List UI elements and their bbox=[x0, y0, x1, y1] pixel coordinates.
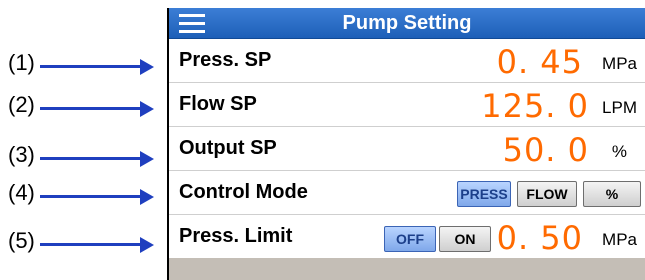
output-sp-unit: % bbox=[611, 142, 627, 161]
press-limit-off-button[interactable]: OFF bbox=[384, 226, 436, 252]
output-sp-value[interactable]: 50. 0 bbox=[503, 131, 589, 169]
callout-arrow-line bbox=[40, 107, 145, 110]
callout-arrow-line bbox=[40, 243, 145, 246]
mode-press-button[interactable]: PRESS bbox=[457, 181, 511, 207]
callout-3: (3) bbox=[0, 142, 165, 172]
row-press-limit: Press. Limit OFF ON 0. 50 MPa bbox=[169, 215, 645, 258]
row-pressure-sp: Press. SP 0. 45 MPa bbox=[169, 39, 645, 83]
callout-arrow-line bbox=[40, 65, 145, 68]
arrow-head-icon bbox=[140, 189, 154, 205]
arrow-head-icon bbox=[140, 59, 154, 75]
pump-setting-panel: Pump Setting Press. SP 0. 45 MPa Flow SP… bbox=[167, 8, 645, 280]
callout-2: (2) bbox=[0, 92, 165, 122]
arrow-head-icon bbox=[140, 151, 154, 167]
callout-5: (5) bbox=[0, 228, 165, 258]
callout-arrow-line bbox=[40, 157, 145, 160]
output-sp-label: Output SP bbox=[179, 137, 277, 159]
callout-number: (5) bbox=[8, 228, 35, 253]
callout-arrow-line bbox=[40, 195, 145, 198]
pressure-sp-label: Press. SP bbox=[179, 49, 272, 71]
arrow-head-icon bbox=[140, 237, 154, 253]
row-flow-sp: Flow SP 125. 0 LPM bbox=[169, 83, 645, 127]
row-control-mode: Control Mode PRESS FLOW % bbox=[169, 171, 645, 215]
callout-number: (3) bbox=[8, 142, 35, 167]
arrow-head-icon bbox=[140, 101, 154, 117]
pressure-sp-unit: MPa bbox=[602, 54, 637, 73]
row-output-sp: Output SP 50. 0 % bbox=[169, 127, 645, 171]
callout-number: (1) bbox=[8, 50, 35, 75]
flow-sp-unit: LPM bbox=[602, 98, 637, 117]
callout-number: (4) bbox=[8, 180, 35, 205]
panel-footer bbox=[169, 258, 645, 280]
press-limit-label: Press. Limit bbox=[179, 225, 293, 247]
panel-header: Pump Setting bbox=[169, 8, 645, 39]
press-limit-on-button[interactable]: ON bbox=[439, 226, 491, 252]
callout-4: (4) bbox=[0, 180, 165, 210]
callout-1: (1) bbox=[0, 50, 165, 80]
control-mode-label: Control Mode bbox=[179, 181, 308, 203]
press-limit-unit: MPa bbox=[602, 230, 637, 249]
page-title: Pump Setting bbox=[342, 12, 472, 34]
press-limit-value[interactable]: 0. 50 bbox=[497, 219, 583, 257]
flow-sp-label: Flow SP bbox=[179, 93, 257, 115]
mode-flow-button[interactable]: FLOW bbox=[517, 181, 577, 207]
flow-sp-value[interactable]: 125. 0 bbox=[481, 87, 589, 125]
pressure-sp-value[interactable]: 0. 45 bbox=[497, 43, 583, 81]
mode-percent-button[interactable]: % bbox=[583, 181, 641, 207]
callout-number: (2) bbox=[8, 92, 35, 117]
